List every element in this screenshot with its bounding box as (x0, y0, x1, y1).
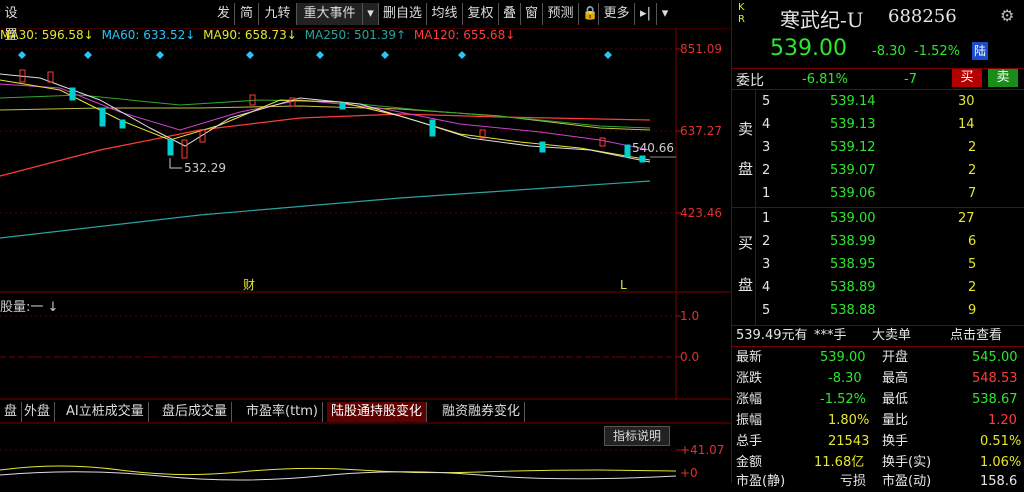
tab-pe-ttm[interactable]: 市盈率(ttm) (242, 402, 324, 422)
indicator-title[interactable]: 股量:一 ↓ (0, 296, 58, 315)
bid-row[interactable]: 3 538.95 5 (732, 255, 1024, 275)
tab-margin-trading[interactable]: 融资融券变化 (438, 402, 526, 422)
current-price: 539.00 (770, 36, 847, 61)
stat-row: 最新 539.00 开盘 545.00 (736, 350, 1018, 365)
price-axis-851: 851.09 (680, 42, 722, 56)
weibi-label: 委比 (736, 73, 764, 89)
tab-inner-partial[interactable]: 盘 (0, 402, 23, 422)
indicator-help-button[interactable]: 指标说明 (604, 426, 670, 446)
big-order-row[interactable]: 539.49元有 ***手 大卖单 点击查看 (732, 326, 1024, 346)
stock-name: 寒武纪-U (780, 8, 864, 32)
stat-row: 振幅 1.80% 量比 1.20 (736, 413, 1017, 428)
stat-row: 市盈(静) 亏损 市盈(动) 158.6 (736, 474, 1018, 489)
bid-row[interactable]: 4 538.89 2 (732, 278, 1024, 298)
current-price-annotation: 540.66 (632, 141, 674, 155)
bid-row[interactable]: 1 539.00 27 (732, 209, 1024, 229)
indicator-axis-top: 1.0 (680, 309, 700, 323)
ask-row[interactable]: 2 539.07 2 (732, 161, 1024, 181)
l-marker: L (620, 278, 627, 292)
view-details-link: 点击查看 (950, 328, 1003, 343)
stat-row: 涨幅 -1.52% 最低 538.67 (736, 392, 1018, 407)
ask-row[interactable]: 4 539.13 14 (732, 115, 1024, 135)
stat-row: 总手 21543 换手 0.51% (736, 434, 1022, 449)
ask-row[interactable]: 3 539.12 2 (732, 138, 1024, 158)
price-axis-423: 423.46 (680, 206, 722, 220)
kr-indicator: K R (738, 2, 745, 25)
tab-northbound-holdings[interactable]: 陆股通持股变化 (327, 402, 428, 422)
price-change: -8.30 (872, 44, 906, 59)
stat-row: 金额 11.68亿 换手(实) 1.06% (736, 455, 1022, 470)
indicator-axis-zero: 0.0 (680, 350, 700, 364)
low-price-annotation: 532.29 (184, 161, 226, 175)
bid-row[interactable]: 2 538.99 6 (732, 232, 1024, 252)
price-change-pct: -1.52% (914, 44, 960, 59)
financial-report-marker: 财 (243, 278, 255, 292)
ask-row[interactable]: 1 539.06 7 (732, 184, 1024, 204)
tab-after-hours-volume[interactable]: 盘后成交量 (158, 402, 233, 422)
tab-ai-volume[interactable]: AI立桩成交量 (62, 402, 149, 422)
stock-code: 688256 (888, 6, 957, 27)
price-axis-637: 637.27 (680, 124, 722, 138)
quote-panel: K R 寒武纪-U 688256 ⚙ 539.00 -8.30 -1.52% 陆… (731, 0, 1024, 489)
weibi-diff: -7 (904, 72, 917, 87)
northbound-tag: 陆 (972, 42, 988, 60)
gear-icon[interactable]: ⚙ (1000, 6, 1014, 25)
lower-axis-top: +41.07 (680, 443, 725, 457)
tab-outer[interactable]: 外盘 (20, 402, 56, 422)
bid-row[interactable]: 5 538.88 9 (732, 301, 1024, 321)
buy-button[interactable]: 买 (952, 69, 982, 87)
stat-row: 涨跌 -8.30 最高 548.53 (736, 371, 1018, 386)
weibi-pct: -6.81% (802, 72, 848, 87)
ask-row[interactable]: 5 539.14 30 (732, 92, 1024, 112)
sell-button[interactable]: 卖 (988, 69, 1018, 87)
lower-axis-bottom: +0 (680, 466, 698, 480)
indicator-tabs: 盘 外盘 AI立桩成交量 盘后成交量 市盈率(ttm) 陆股通持股变化 融资融券… (0, 400, 731, 422)
